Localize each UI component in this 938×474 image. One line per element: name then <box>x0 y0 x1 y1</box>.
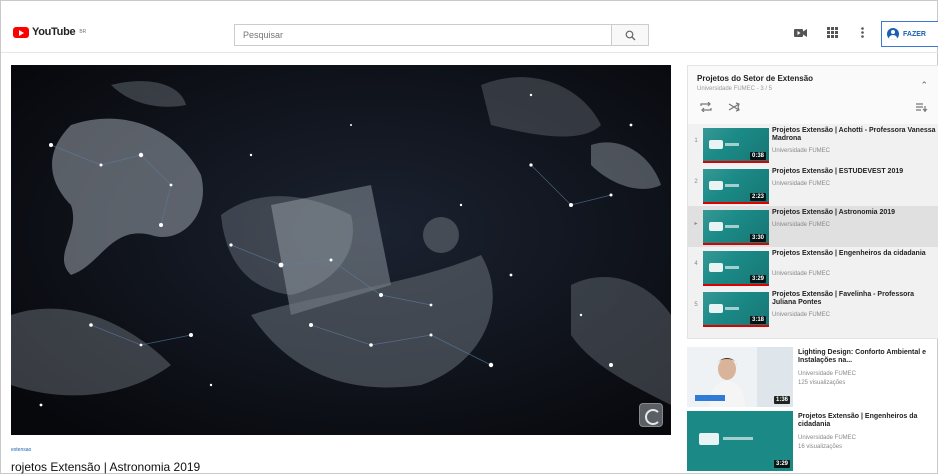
video-thumbnail[interactable]: 3:30 <box>703 210 769 245</box>
loop-icon[interactable] <box>700 102 712 112</box>
playlist-subtitle: Universidade FUMEC - 3 / 5 <box>697 86 773 92</box>
search-button[interactable] <box>611 24 649 46</box>
recommended-views: 125 visualizações <box>798 380 846 386</box>
thumb-decoration <box>723 437 753 440</box>
logo-country: BR <box>79 29 87 35</box>
playlist-index: 4 <box>694 261 698 267</box>
recommended-views: 16 visualizações <box>798 444 843 450</box>
duration-badge: 1:36 <box>773 396 790 404</box>
playlist-item[interactable]: 1 0:38 Projetos Extensão | Achotti - Pro… <box>688 124 938 165</box>
video-thumbnail[interactable]: 2:23 <box>703 169 769 204</box>
video-player[interactable] <box>11 65 671 435</box>
playlist-panel: Projetos do Setor de Extensão Universida… <box>687 65 938 339</box>
playlist-index: 1 <box>694 138 698 144</box>
browser-frame: YouTubeBR FAZER <box>0 0 938 474</box>
logo-text: YouTube <box>32 26 76 38</box>
thumb-decoration <box>725 184 739 187</box>
recommended-channel: Universidade FUMEC <box>798 435 857 441</box>
playlist-item-channel: Universidade FUMEC <box>772 271 831 277</box>
collapse-chevron-icon[interactable]: ⌃ <box>920 80 928 91</box>
create-video-icon[interactable] <box>794 28 807 38</box>
fumec-logo-icon <box>709 222 723 231</box>
watched-progress <box>703 202 769 204</box>
video-hashtag[interactable]: extensao <box>11 447 31 453</box>
shuffle-icon[interactable] <box>728 102 740 112</box>
playlist-item-title[interactable]: Projetos Extensão | Favelinha - Professo… <box>772 291 936 307</box>
top-bar: YouTubeBR FAZER <box>1 7 938 53</box>
fumec-logo-icon <box>709 181 723 190</box>
playlist-header: Projetos do Setor de Extensão Universida… <box>688 66 938 124</box>
video-thumbnail[interactable]: 3:29 <box>703 251 769 286</box>
video-thumbnail[interactable]: 3:29 <box>687 411 793 471</box>
playlist-index: 2 <box>694 179 698 185</box>
recommended-title[interactable]: Projetos Extensão | Engenheiros da cidad… <box>798 413 938 429</box>
playlist-item-channel: Universidade FUMEC <box>772 312 831 318</box>
playlist-item-current[interactable]: ▸ 3:30 Projetos Extensão | Astronomia 20… <box>688 206 938 247</box>
thumb-decoration <box>725 143 739 146</box>
apps-grid-icon[interactable] <box>827 27 838 38</box>
playlist-title[interactable]: Projetos do Setor de Extensão <box>697 74 813 83</box>
watched-progress <box>703 243 769 245</box>
save-playlist-icon[interactable] <box>916 102 928 112</box>
video-title: rojetos Extensão | Astronomia 2019 <box>11 460 201 474</box>
sign-in-button[interactable]: FAZER <box>881 21 938 47</box>
recommended-video[interactable]: 3:29 Projetos Extensão | Engenheiros da … <box>687 411 938 473</box>
video-thumbnail[interactable]: 3:18 <box>703 292 769 327</box>
playlist-item-title[interactable]: Projetos Extensão | Achotti - Professora… <box>772 127 936 143</box>
duration-badge: 3:18 <box>749 316 766 324</box>
fumec-logo-icon <box>709 263 723 272</box>
watched-progress <box>703 325 769 327</box>
duration-badge: 3:29 <box>773 460 790 468</box>
playlist-index: 5 <box>694 302 698 308</box>
search-icon <box>625 30 636 41</box>
recommended-title[interactable]: Lighting Design: Conforto Ambiental e In… <box>798 349 938 365</box>
duration-badge: 3:29 <box>749 275 766 283</box>
recommended-video[interactable]: 1:36 Lighting Design: Conforto Ambiental… <box>687 347 938 409</box>
playlist-item-channel: Universidade FUMEC <box>772 148 831 154</box>
fumec-logo-icon <box>709 140 723 149</box>
playlist-item[interactable]: 4 3:29 Projetos Extensão | Engenheiros d… <box>688 247 938 288</box>
thumb-decoration <box>725 225 739 228</box>
video-thumbnail[interactable]: 1:36 <box>687 347 793 407</box>
playlist-item[interactable]: 2 2:23 Projetos Extensão | ESTUDEVEST 20… <box>688 165 938 206</box>
thumb-decoration <box>725 266 739 269</box>
watched-progress <box>703 284 769 286</box>
channel-watermark-icon <box>639 403 663 427</box>
youtube-logo[interactable]: YouTube BR <box>13 26 86 38</box>
playlist-item-title[interactable]: Projetos Extensão | Astronomia 2019 <box>772 209 936 217</box>
playlist-item-channel: Universidade FUMEC <box>772 222 831 228</box>
fumec-logo-icon <box>709 304 723 313</box>
watched-progress <box>703 161 769 163</box>
search-box <box>234 24 611 46</box>
playlist-item-channel: Universidade FUMEC <box>772 181 831 187</box>
search-input[interactable] <box>235 25 611 45</box>
duration-badge: 0:38 <box>749 152 766 160</box>
more-options-icon[interactable] <box>861 27 864 38</box>
video-frame-constellations <box>11 65 671 435</box>
thumb-decoration <box>725 307 739 310</box>
sign-in-label: FAZER <box>903 30 926 38</box>
video-thumbnail[interactable]: 0:38 <box>703 128 769 163</box>
now-playing-icon: ▸ <box>694 221 698 227</box>
playlist-item-title[interactable]: Projetos Extensão | Engenheiros da cidad… <box>772 250 936 258</box>
account-icon <box>887 28 899 40</box>
recommended-channel: Universidade FUMEC <box>798 371 857 377</box>
duration-badge: 2:23 <box>749 193 766 201</box>
fumec-logo-icon <box>699 433 719 445</box>
youtube-play-icon <box>13 26 29 38</box>
duration-badge: 3:30 <box>749 234 766 242</box>
playlist-item[interactable]: 5 3:18 Projetos Extensão | Favelinha - P… <box>688 288 938 329</box>
playlist-item-title[interactable]: Projetos Extensão | ESTUDEVEST 2019 <box>772 168 936 176</box>
